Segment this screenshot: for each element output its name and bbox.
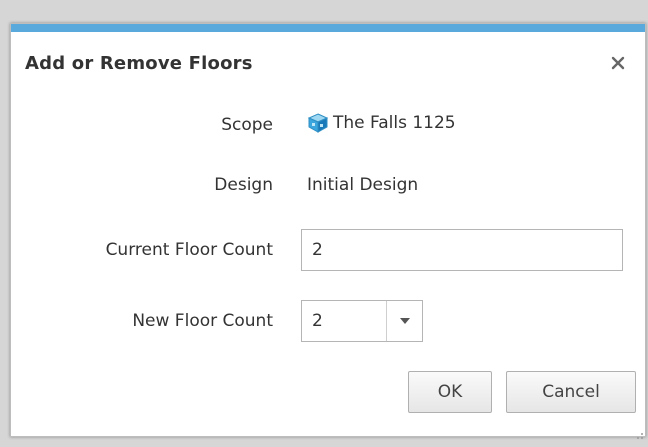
current-floor-count-label: Current Floor Count xyxy=(105,240,273,260)
close-icon xyxy=(611,56,625,70)
close-button[interactable] xyxy=(609,54,627,72)
ok-button[interactable]: OK xyxy=(408,371,492,413)
dropdown-toggle[interactable] xyxy=(386,301,422,341)
new-floor-count-select[interactable]: 2 xyxy=(301,300,423,342)
screen: Add or Remove Floors Scope The Falls 112… xyxy=(0,0,648,447)
add-remove-floors-dialog: Add or Remove Floors Scope The Falls 112… xyxy=(10,23,646,439)
scope-label: Scope xyxy=(221,115,273,135)
scope-value-text: The Falls 1125 xyxy=(333,113,456,133)
building-cube-icon xyxy=(307,112,329,134)
resize-grip[interactable] xyxy=(634,425,644,439)
scope-value: The Falls 1125 xyxy=(307,112,456,134)
chevron-down-icon xyxy=(399,318,410,324)
dialog-accent-bar xyxy=(11,24,645,32)
new-floor-count-label: New Floor Count xyxy=(132,311,273,331)
design-value: Initial Design xyxy=(307,175,419,195)
cancel-button[interactable]: Cancel xyxy=(506,371,636,413)
current-floor-count-input[interactable] xyxy=(301,229,623,271)
design-label: Design xyxy=(214,175,273,195)
new-floor-count-selected-value: 2 xyxy=(312,311,323,331)
dialog-title: Add or Remove Floors xyxy=(25,53,253,74)
